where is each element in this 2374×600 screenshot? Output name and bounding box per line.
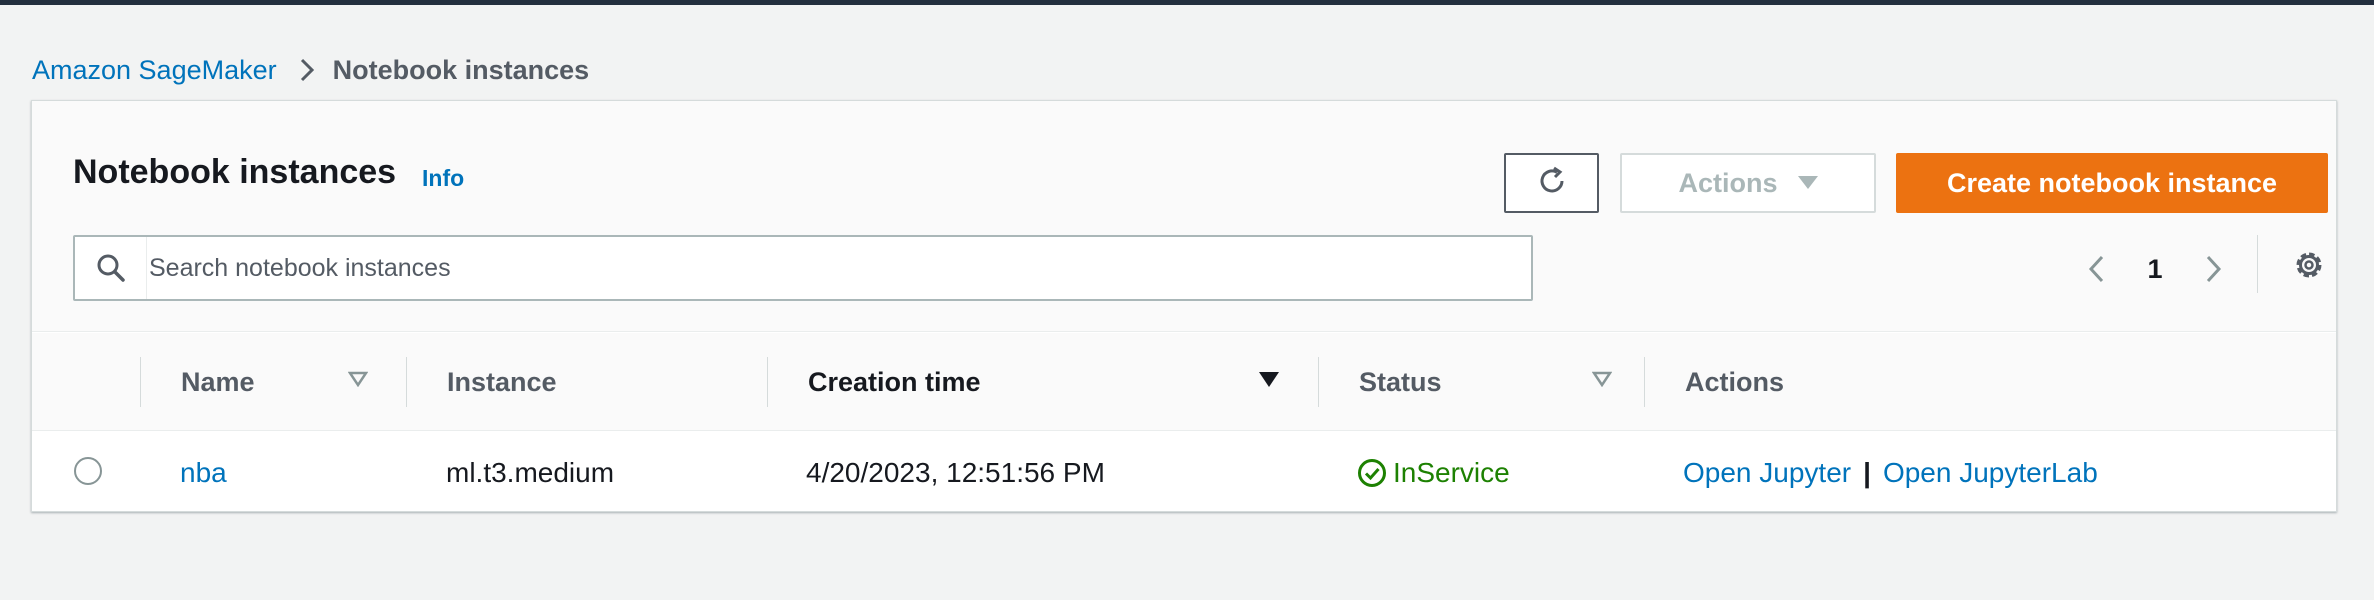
actions-label: Actions xyxy=(1678,167,1778,198)
table-header: Name Instance Creation time Status Actio… xyxy=(32,333,2336,431)
panel-header: Notebook instances Info Actions Create n… xyxy=(32,101,2336,332)
search-bar xyxy=(73,235,1533,301)
table-row[interactable]: nba ml.t3.medium 4/20/2023, 12:51:56 PM … xyxy=(32,432,2336,511)
column-separator xyxy=(767,357,768,407)
caret-down-icon xyxy=(1797,176,1818,190)
gear-icon[interactable] xyxy=(2285,241,2333,289)
refresh-icon xyxy=(1535,164,1569,203)
open-jupyter-link[interactable]: Open Jupyter xyxy=(1683,457,1851,489)
current-page-number[interactable]: 1 xyxy=(2120,254,2190,285)
previous-page-icon[interactable] xyxy=(2072,245,2120,293)
create-notebook-instance-button[interactable]: Create notebook instance xyxy=(1896,153,2328,213)
next-page-icon[interactable] xyxy=(2190,245,2238,293)
breadcrumb: Amazon SageMaker Notebook instances xyxy=(32,50,589,90)
pagination-divider xyxy=(2257,235,2258,293)
chevron-right-icon xyxy=(299,57,315,83)
status-badge: InService xyxy=(1357,432,1510,511)
breadcrumb-link-sagemaker[interactable]: Amazon SageMaker xyxy=(32,55,277,86)
instance-type: ml.t3.medium xyxy=(446,456,615,488)
search-input[interactable] xyxy=(147,237,1531,299)
notebook-instances-panel: Notebook instances Info Actions Create n… xyxy=(31,100,2337,512)
column-header-instance[interactable]: Instance xyxy=(447,333,557,431)
actions-dropdown-button[interactable]: Actions xyxy=(1620,153,1876,213)
open-jupyterlab-link[interactable]: Open JupyterLab xyxy=(1883,457,2098,489)
column-header-creation-time[interactable]: Creation time xyxy=(808,333,981,431)
status-text: InService xyxy=(1393,456,1510,488)
search-icon xyxy=(75,237,147,299)
check-circle-icon xyxy=(1357,458,1387,488)
instance-name-link[interactable]: nba xyxy=(180,432,227,511)
page-title: Notebook instances xyxy=(73,153,397,191)
row-select-radio[interactable] xyxy=(74,457,102,485)
row-actions: Open Jupyter | Open JupyterLab xyxy=(1683,432,2098,511)
column-separator xyxy=(1318,357,1319,407)
column-header-status[interactable]: Status xyxy=(1359,333,1442,431)
column-separator xyxy=(140,357,141,407)
column-header-actions: Actions xyxy=(1685,366,1785,397)
sort-down-outline-icon[interactable] xyxy=(1592,371,1612,387)
info-link[interactable]: Info xyxy=(422,165,464,192)
sort-down-filled-icon[interactable] xyxy=(1258,371,1280,389)
action-separator: | xyxy=(1863,456,1871,488)
column-header-name[interactable]: Name xyxy=(181,333,255,431)
column-separator xyxy=(1644,357,1645,407)
breadcrumb-current: Notebook instances xyxy=(332,54,590,85)
pagination: 1 xyxy=(2072,241,2238,297)
top-navigation-bar xyxy=(0,0,2374,5)
column-separator xyxy=(406,357,407,407)
sort-down-outline-icon[interactable] xyxy=(348,371,368,387)
refresh-button[interactable] xyxy=(1504,153,1599,213)
creation-time: 4/20/2023, 12:51:56 PM xyxy=(806,456,1105,488)
